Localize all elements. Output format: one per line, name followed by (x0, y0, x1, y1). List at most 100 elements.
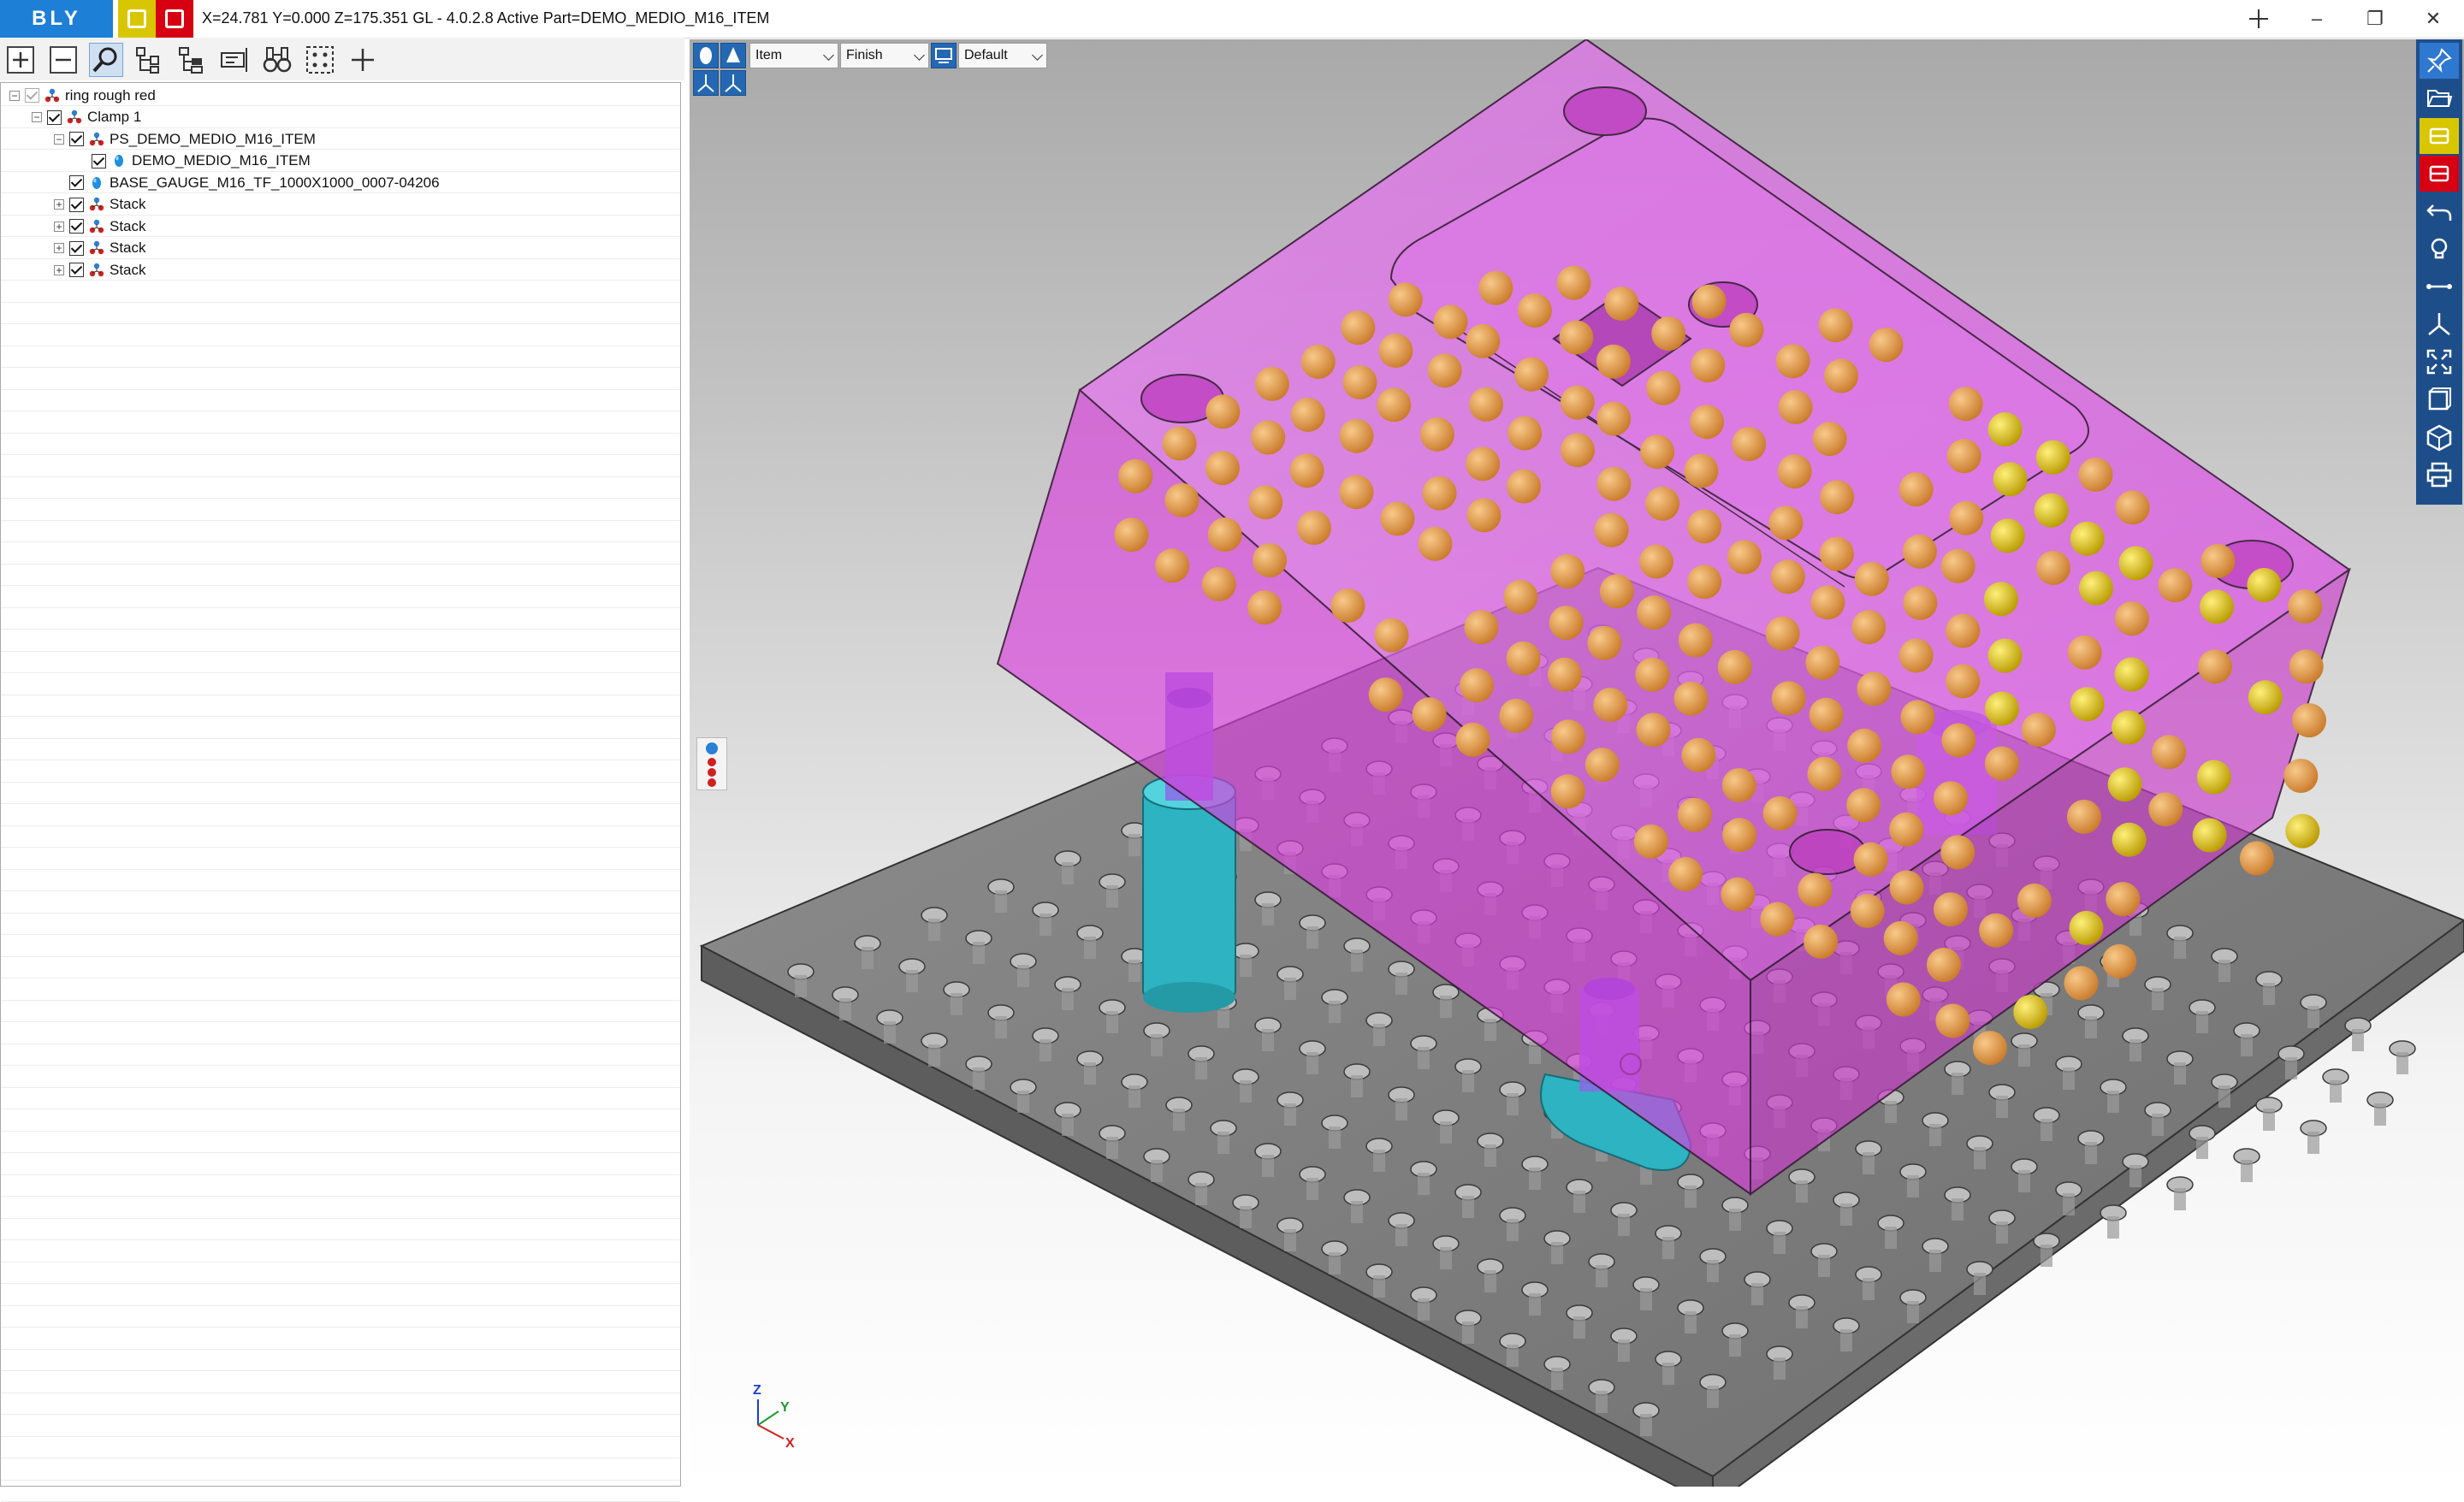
measure-button[interactable] (2420, 269, 2459, 305)
view-settings-button[interactable] (931, 43, 957, 68)
visibility-checkbox[interactable] (69, 132, 84, 146)
axis-button[interactable] (2420, 306, 2459, 342)
red-module-tool[interactable] (2420, 156, 2459, 192)
collapse-all-button[interactable] (46, 43, 80, 77)
tree-expander[interactable]: + (54, 243, 64, 253)
visibility-checkbox[interactable] (69, 263, 84, 277)
contact-ball (1155, 548, 1190, 583)
tree-structure-button[interactable] (132, 43, 166, 77)
tree-row[interactable]: − Clamp 1 (1, 107, 680, 128)
expand-all-button[interactable] (3, 43, 38, 77)
search-button[interactable] (89, 43, 123, 77)
tree-row[interactable]: − ring rough red (1, 85, 680, 106)
visibility-checkbox[interactable] (69, 240, 84, 256)
tree-expander[interactable]: + (54, 221, 64, 232)
plate-hole-shaft (1329, 1252, 1341, 1274)
tree-branch-button[interactable] (175, 43, 209, 77)
visibility-checkbox[interactable] (47, 109, 62, 125)
properties-button[interactable] (217, 43, 252, 77)
tree-expander[interactable]: − (9, 90, 20, 101)
tree-row[interactable]: + Stack (1, 216, 680, 237)
box-view-button[interactable] (2420, 381, 2459, 417)
tree-expander[interactable]: + (54, 199, 64, 210)
iso-view-button[interactable] (2420, 419, 2459, 455)
contact-ball (1499, 698, 1534, 733)
tree-node[interactable]: BASE_GAUGE_M16_TF_1000X1000_0007-04206 (54, 172, 440, 193)
shade-mode-button[interactable] (693, 43, 719, 68)
tree-row[interactable]: BASE_GAUGE_M16_TF_1000X1000_0007-04206 (1, 172, 680, 193)
minimize-button[interactable]: – (2288, 0, 2346, 38)
pin-button[interactable] (2420, 43, 2459, 79)
contact-ball (1869, 328, 1904, 363)
view-select[interactable]: Default (958, 43, 1047, 68)
contact-ball (1207, 517, 1242, 552)
lightbulb-button[interactable] (2420, 231, 2459, 267)
contact-ball (1253, 543, 1287, 577)
app-logo[interactable]: BLY (0, 0, 113, 38)
visibility-checkbox[interactable] (69, 197, 84, 212)
tree-row[interactable]: + Stack (1, 238, 680, 259)
tree-row[interactable]: − PS_DEMO_MEDIO_M16_ITEM (1, 128, 680, 150)
tree-node[interactable]: + Stack (54, 238, 146, 259)
3d-scene[interactable]: Z Y X (690, 39, 2464, 1487)
contact-ball (1300, 344, 1336, 379)
visibility-checkbox[interactable] (69, 219, 84, 234)
contact-ball (1118, 458, 1153, 494)
contact-ball (1251, 420, 1286, 455)
plate-hole-shaft (1084, 1062, 1096, 1085)
tree-row[interactable]: + Stack (1, 194, 680, 216)
contact-ball (1946, 664, 1981, 699)
tree-expander[interactable]: + (54, 264, 64, 275)
finish-select[interactable]: Finish (840, 43, 929, 68)
tree-row (1, 892, 680, 914)
binoculars-button[interactable] (260, 43, 294, 77)
tree-expander[interactable]: − (32, 112, 42, 122)
fit-view-button[interactable] (303, 43, 337, 77)
plate-hole-shaft (1618, 1214, 1630, 1236)
contact-ball (1984, 691, 2019, 726)
tree-expander[interactable]: − (54, 133, 64, 145)
contact-ball (1798, 872, 1833, 908)
print-button[interactable] (2420, 457, 2459, 493)
plate-hole-shaft (1840, 1203, 1852, 1226)
plate-hole-shaft (1040, 914, 1051, 936)
axis-view-button-1[interactable] (693, 70, 719, 96)
visibility-checkbox[interactable] (69, 175, 84, 190)
contact-ball (2102, 943, 2137, 979)
tree-node[interactable]: − PS_DEMO_MEDIO_M16_ITEM (54, 128, 316, 150)
red-module-button[interactable] (156, 0, 193, 38)
yellow-module-button[interactable] (118, 0, 156, 38)
tree-row[interactable]: + Stack (1, 259, 680, 281)
tree-row (1, 1110, 680, 1132)
contact-ball (1940, 548, 1975, 583)
tree-node[interactable]: + Stack (54, 259, 146, 281)
tree-node[interactable]: + Stack (54, 216, 146, 237)
add-button[interactable] (346, 43, 380, 77)
tree-node[interactable]: + Stack (54, 194, 146, 216)
tree-node[interactable]: − Clamp 1 (32, 107, 141, 128)
tree-row[interactable]: DEMO_MEDIO_M16_ITEM (1, 151, 680, 172)
fit-screen-button[interactable] (2420, 344, 2459, 380)
item-select[interactable]: Item (749, 43, 838, 68)
plate-hole-shaft (1440, 996, 1452, 1018)
contact-ball (1596, 344, 1631, 379)
axis-view-button-2[interactable] (720, 70, 746, 96)
open-folder-button[interactable] (2420, 80, 2459, 116)
visibility-checkbox[interactable] (25, 88, 39, 103)
close-button[interactable]: ✕ (2404, 0, 2462, 38)
undo-button[interactable] (2420, 193, 2459, 229)
plate-hole-shaft (2040, 1245, 2052, 1267)
visibility-checkbox[interactable] (92, 153, 106, 169)
wireframe-mode-button[interactable] (720, 43, 746, 68)
yellow-module-tool[interactable] (2420, 118, 2459, 154)
plate-hole-shaft (1729, 1334, 1741, 1357)
contact-ball (2239, 841, 2274, 876)
plate-hole-shaft (1818, 1255, 1830, 1277)
tree-node[interactable]: DEMO_MEDIO_M16_ITEM (76, 151, 311, 172)
contact-ball (1593, 688, 1628, 722)
tree-node[interactable]: − ring rough red (9, 85, 156, 106)
contact-legend-widget[interactable] (696, 737, 727, 790)
restore-button[interactable]: ❐ (2346, 0, 2404, 38)
3d-viewport[interactable]: Z Y X (690, 39, 2464, 1487)
contact-ball (1847, 728, 1882, 763)
